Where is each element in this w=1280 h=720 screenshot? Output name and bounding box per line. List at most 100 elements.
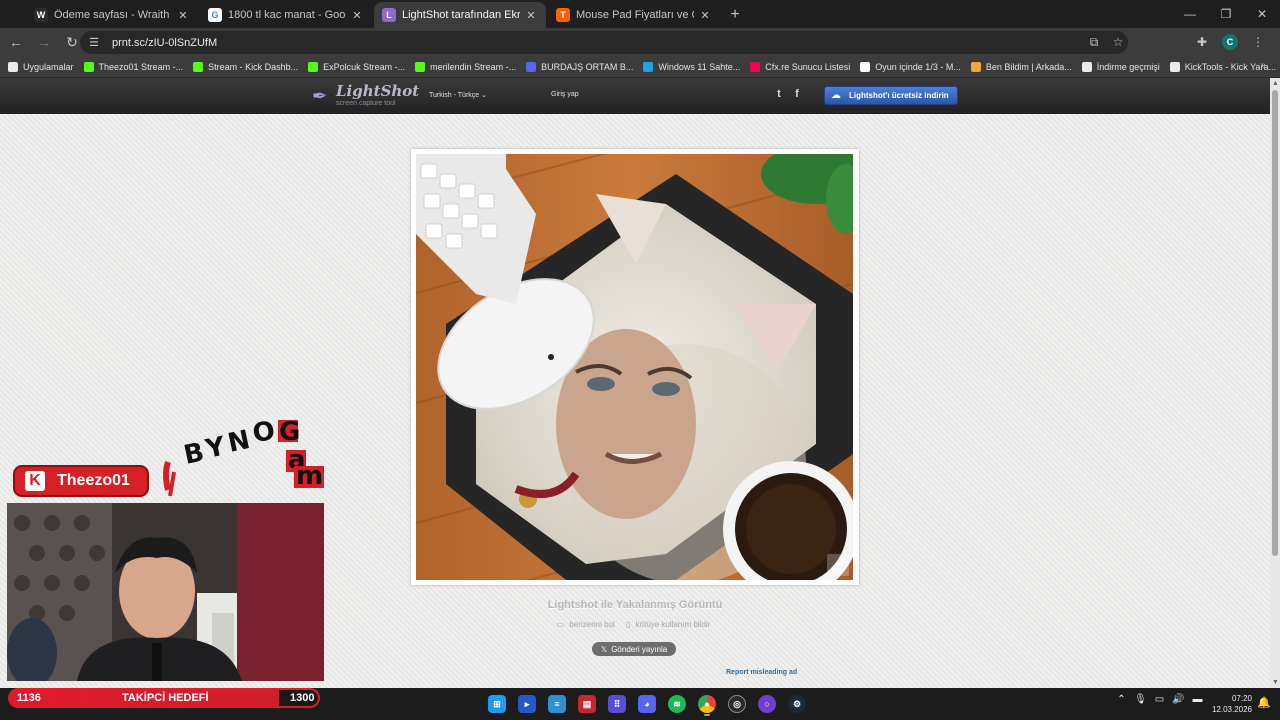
tab-close-icon[interactable]: ✕ [698, 9, 712, 22]
bookmark-item[interactable]: Uygulamalar [8, 61, 74, 72]
taskbar-app[interactable]: ○ [752, 692, 782, 716]
taskbar-app[interactable]: ⚙ [782, 692, 812, 716]
svg-text:Y: Y [202, 431, 229, 465]
restore-icon[interactable]: ❐ [1208, 0, 1244, 28]
new-tab-button[interactable]: + [722, 2, 748, 28]
tab-close-icon[interactable]: ✕ [176, 9, 190, 22]
microphone-icon[interactable]: 🎙 [1131, 694, 1150, 705]
page-scrollbar[interactable]: ▲ ▼ [1270, 78, 1280, 688]
volume-icon[interactable]: 🔊 [1169, 694, 1188, 705]
taskbar-app[interactable]: ⠿ [602, 692, 632, 716]
chevron-up-icon[interactable]: ⌃ [1112, 694, 1131, 705]
battery-icon[interactable]: ▬ [1188, 694, 1207, 705]
logo-name: LightShot [336, 82, 420, 100]
address-bar[interactable]: ☰ prnt.sc/zIU-0lSnZUfM [80, 31, 1128, 54]
more-bookmarks-icon[interactable]: » [1260, 60, 1266, 71]
windows-icon: ⊞ [488, 695, 506, 713]
close-window-icon[interactable]: ✕ [1244, 0, 1280, 28]
scroll-down-icon[interactable]: ▼ [1272, 679, 1279, 686]
svg-text:B: B [181, 437, 207, 470]
browser-tab[interactable]: T Mouse Pad Fiyatları ve Çeşitleri ✕ [548, 2, 720, 28]
taskbar-app[interactable]: ▸ [512, 692, 542, 716]
language-select[interactable]: Turkish - Türkçe ⌄ [429, 91, 487, 99]
bookmark-label: Ben Bildim | Arkada... [985, 61, 1072, 72]
install-app-icon[interactable]: ⧉ [1082, 31, 1106, 53]
toolbar-right: ✚ C ⋮ [1188, 30, 1272, 54]
bookmark-item[interactable]: Theezo01 Stream -... [83, 61, 183, 72]
bookmark-label: Windows 11 Sahte... [658, 61, 741, 72]
taskbar-app[interactable]: ≋ [662, 692, 692, 716]
start-button[interactable]: ⊞ [482, 692, 512, 716]
chevron-down-icon: ⌄ [481, 92, 488, 99]
twitter-icon[interactable]: t [770, 88, 788, 100]
bookmark-label: Stream - Kick Dashb... [208, 61, 299, 72]
bookmark-item[interactable]: Stream - Kick Dashb... [193, 61, 299, 72]
find-similar-label: benzerini bul [569, 620, 615, 629]
screenshot-image[interactable]: ⤢ [416, 154, 853, 580]
tab-close-icon[interactable]: ✕ [524, 9, 538, 22]
tab-favicon-icon: T [556, 8, 570, 22]
taskbar-clock[interactable]: 07:20 12.03.2026 [1210, 693, 1252, 715]
site-info-icon[interactable]: ☰ [86, 35, 102, 51]
lightshot-header: ✒ LightShot screen capture tool Turkish … [0, 78, 1270, 114]
goal-current: 1136 [17, 692, 41, 704]
taskbar-app[interactable]: ▤ [572, 692, 602, 716]
bookmark-item[interactable]: Windows 11 Sahte... [643, 61, 741, 72]
taskbar-app[interactable]: ◕ [632, 692, 662, 716]
lightshot-logo[interactable]: ✒ LightShot screen capture tool [312, 84, 419, 108]
svg-text:O: O [251, 416, 277, 449]
report-abuse-label: kötüye kullanım bildir [635, 620, 711, 629]
menu-icon[interactable]: ⋮ [1244, 30, 1272, 54]
bookmark-label: Cfx.re Sunucu Listesi [765, 61, 851, 72]
bookmark-item[interactable]: Ben Bildim | Arkada... [970, 61, 1072, 72]
bookmark-star-icon[interactable]: ☆ [1106, 31, 1130, 53]
scrollbar-thumb[interactable] [1272, 90, 1278, 556]
facebook-icon[interactable]: f [788, 88, 806, 100]
steam-icon: ⚙ [788, 695, 806, 713]
browser-tab[interactable]: L LightShot tarafından Ekran Görüntüsü ✕ [374, 2, 546, 28]
tab-close-icon[interactable]: ✕ [350, 9, 364, 22]
avatar[interactable]: C [1216, 30, 1244, 54]
webcam-feed [7, 503, 324, 681]
taskbar-app[interactable]: ● [692, 692, 722, 716]
apps-icon [8, 61, 18, 72]
extensions-icon[interactable]: ✚ [1188, 30, 1216, 54]
bookmark-item[interactable]: İndirme geçmişi [1081, 61, 1160, 72]
omnibox-actions: ⧉ ☆ [1082, 31, 1130, 53]
taskbar-app[interactable]: ≡ [542, 692, 572, 716]
screenshot-frame: ⤢ [411, 149, 859, 585]
wallet-icon: ▤ [578, 695, 596, 713]
forward-icon[interactable]: → [32, 30, 56, 54]
bookmark-item[interactable]: Cfx.re Sunucu Listesi [750, 61, 851, 72]
bookmark-item[interactable]: Oyun içinde 1/3 - M... [860, 61, 961, 72]
kick-icon [83, 61, 94, 72]
tab-list: W Ödeme sayfası - Wraith Esports ✕ G 1800 tl… [0, 2, 722, 28]
bookmark-item[interactable]: BURDAJŞ ORTAM B... [526, 61, 633, 72]
minimize-icon[interactable]: — [1172, 0, 1208, 28]
taskbar-app[interactable]: ◎ [722, 692, 752, 716]
expand-icon[interactable]: ⤢ [827, 554, 849, 576]
webcam-picture [7, 503, 324, 681]
find-similar-link[interactable]: ▭ benzerini bul [557, 620, 618, 629]
terminal-icon: ▸ [518, 695, 536, 713]
report-ad-link[interactable]: Report misleading ad [726, 669, 797, 676]
browser-tab[interactable]: G 1800 tl kac manat - Google Ara ✕ [200, 2, 372, 28]
bookmark-item[interactable]: merilendin Stream -... [415, 61, 516, 72]
tab-title: 1800 tl kac manat - Google Ara [228, 9, 346, 21]
back-icon[interactable]: ← [4, 30, 28, 54]
scroll-up-icon[interactable]: ▲ [1272, 80, 1279, 87]
bookmark-label: ExPolcuk Stream -... [323, 61, 406, 72]
channel-name: Theezo01 [57, 472, 130, 489]
cortana-icon: ○ [758, 695, 776, 713]
bookmark-item[interactable]: ExPolcuk Stream -... [308, 61, 406, 72]
bookmark-label: Oyun içinde 1/3 - M... [875, 61, 961, 72]
browser-tab[interactable]: W Ödeme sayfası - Wraith Esports ✕ [26, 2, 198, 28]
report-abuse-link[interactable]: ▯ kötüye kullanım bildir [626, 620, 713, 629]
network-icon[interactable]: ▭ [1150, 694, 1169, 705]
tweet-button[interactable]: 𝕏 Gönderi yayınla [592, 642, 676, 656]
notification-icon[interactable]: 🔔 [1257, 696, 1271, 709]
bynogam-logo: B Y N O G a m [160, 412, 330, 504]
download-button[interactable]: ☁ Lightshot'ı ücretsiz indirin [824, 86, 958, 105]
social-links: t f [770, 88, 806, 100]
login-link[interactable]: Giriş yap [551, 91, 579, 98]
